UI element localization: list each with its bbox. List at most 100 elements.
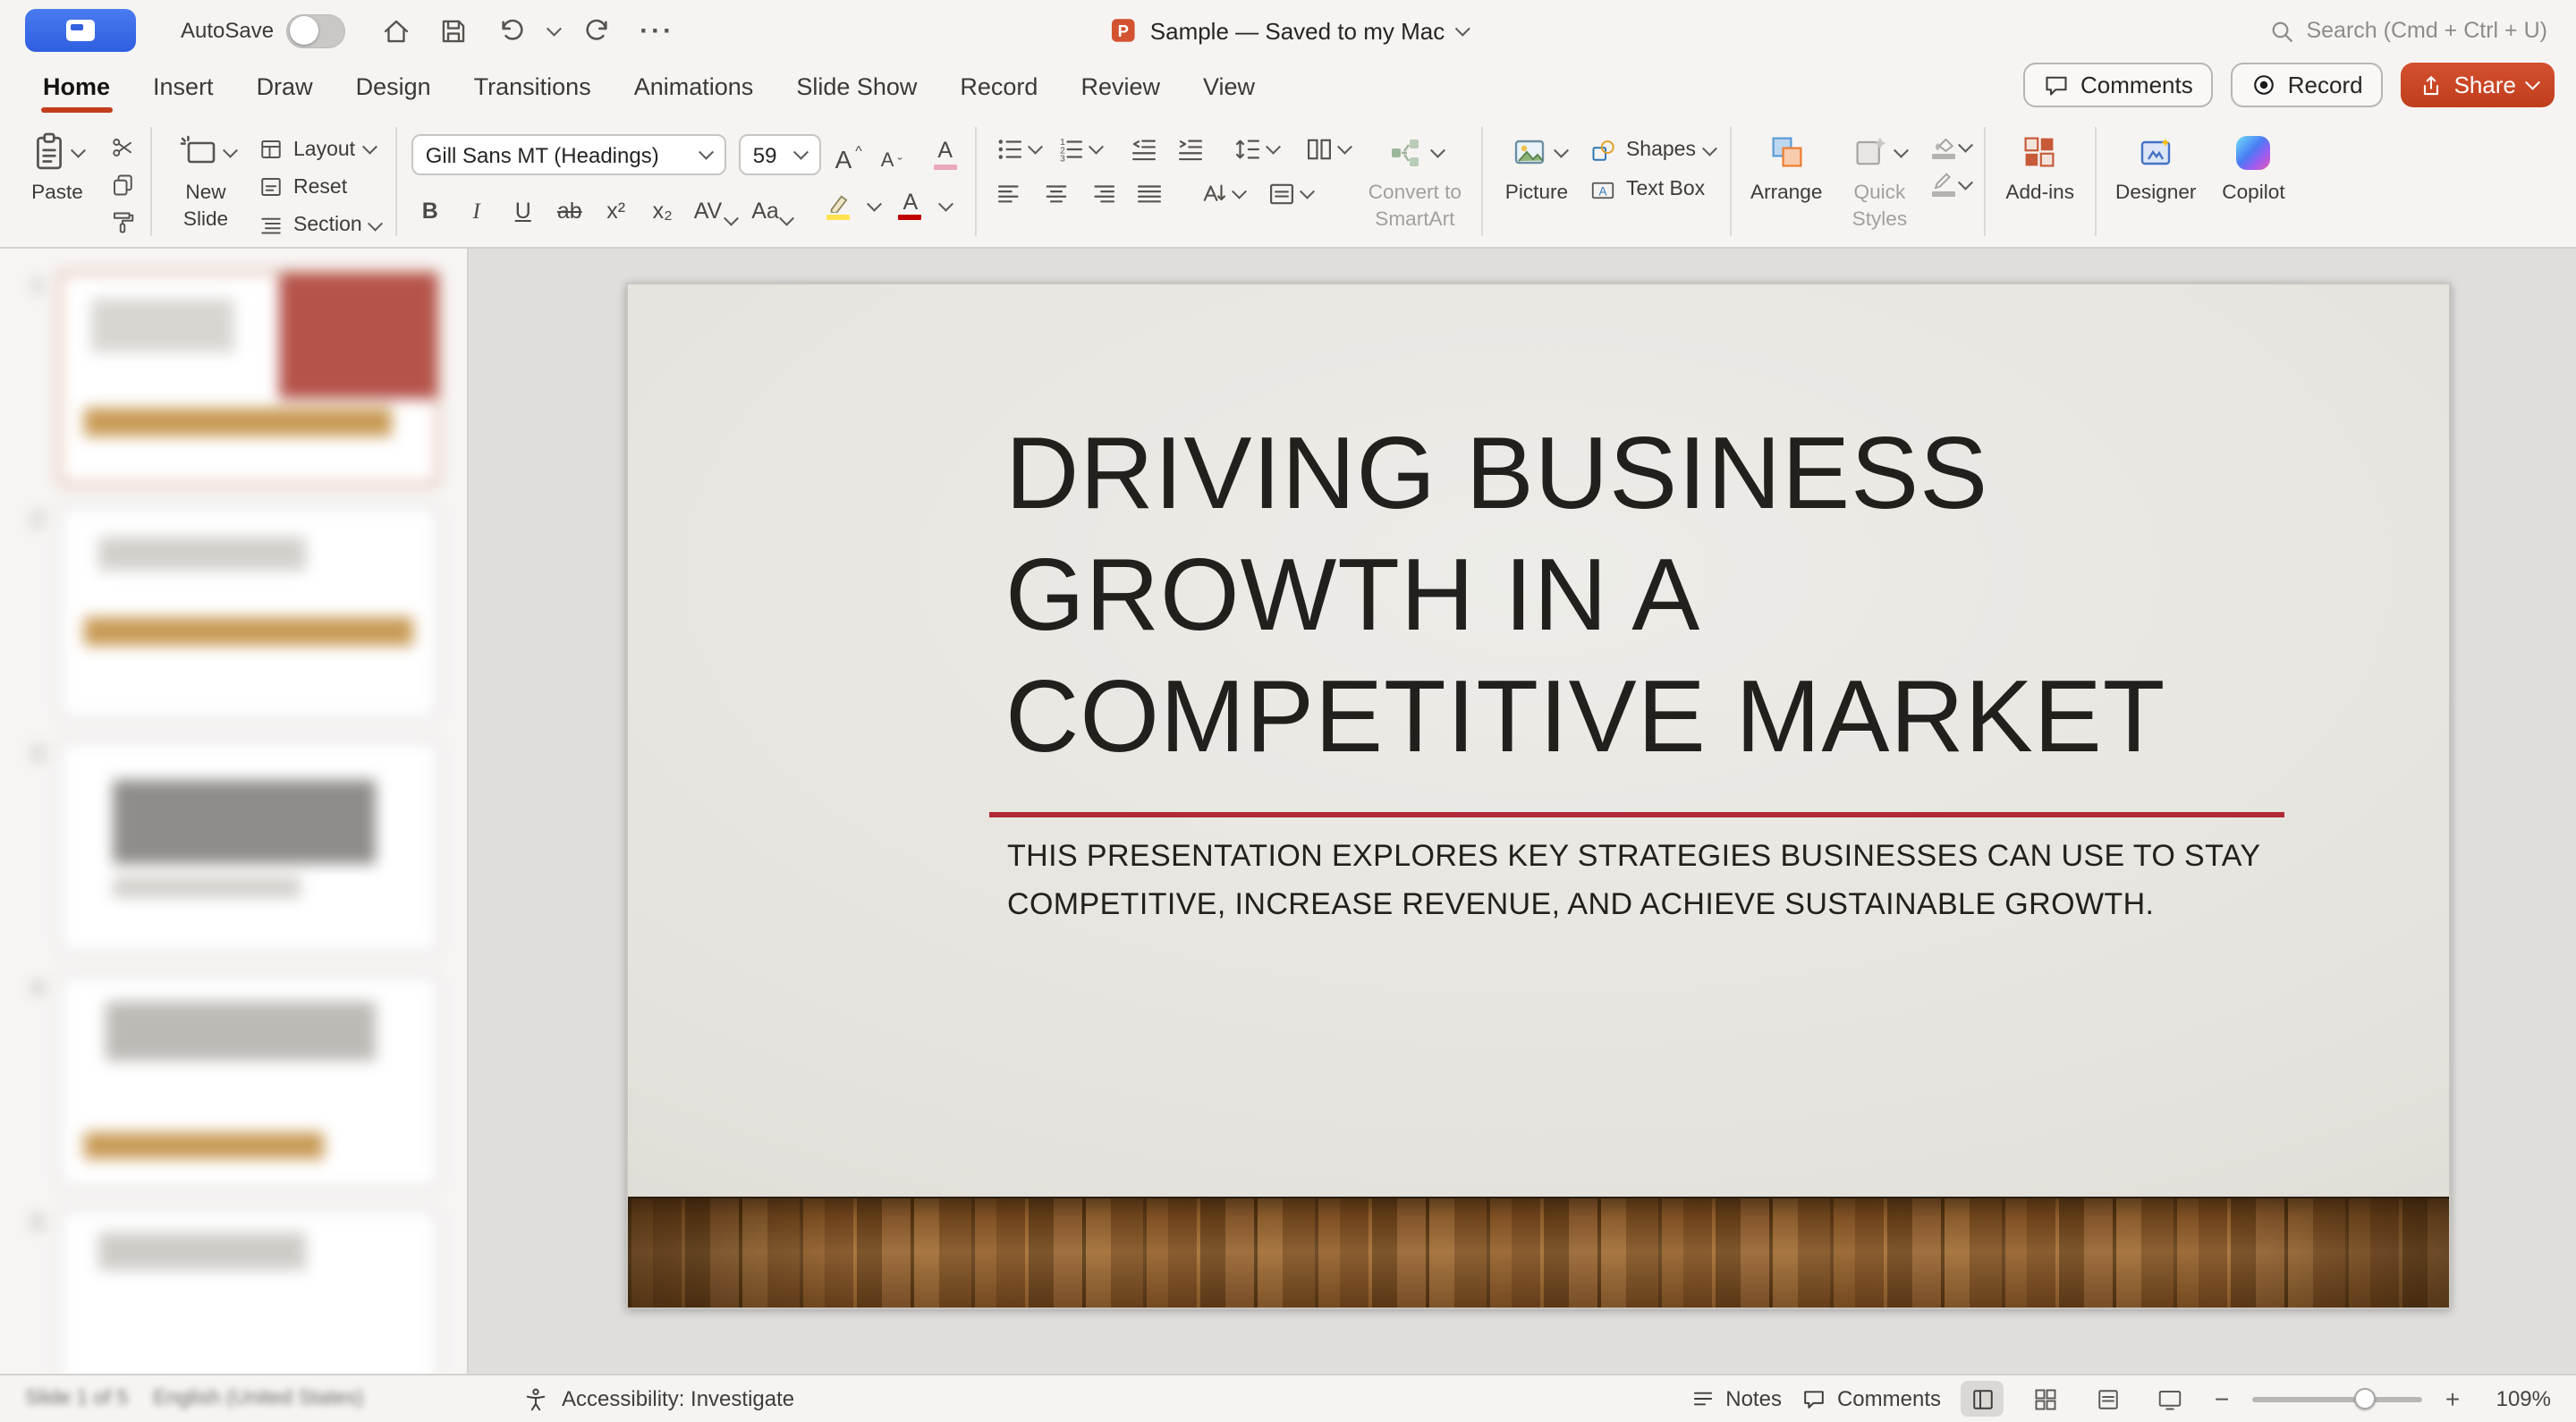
save-button[interactable] <box>433 9 474 52</box>
picture-button[interactable]: Picture <box>1497 122 1576 241</box>
paste-button[interactable]: Paste <box>18 122 97 241</box>
copilot-button[interactable]: Copilot <box>2214 122 2292 241</box>
reset-button[interactable]: Reset <box>258 173 381 204</box>
layout-button[interactable]: Layout <box>258 134 381 165</box>
copy-button[interactable] <box>109 170 136 199</box>
zoom-slider-knob[interactable] <box>2354 1388 2376 1409</box>
undo-button[interactable] <box>490 9 533 52</box>
zoom-percentage[interactable]: 109% <box>2483 1386 2551 1411</box>
slide-thumbnail-3[interactable] <box>59 741 438 953</box>
slide-thumbnail-2[interactable] <box>59 506 438 719</box>
font-color-button[interactable]: A <box>895 190 926 222</box>
decrease-indent-button[interactable] <box>1129 134 1159 165</box>
highlight-chevron-icon[interactable] <box>868 196 882 210</box>
line-spacing-button[interactable] <box>1233 134 1278 165</box>
convert-to-smartart-button[interactable]: Convert to SmartArt <box>1363 122 1467 241</box>
designer-button[interactable]: Designer <box>2110 122 2201 241</box>
tab-review[interactable]: Review <box>1059 61 1182 113</box>
app-menu-button[interactable] <box>25 9 136 52</box>
cut-button[interactable] <box>109 132 136 161</box>
italic-button[interactable]: I <box>462 190 492 222</box>
text-direction-button[interactable] <box>1199 179 1244 209</box>
redo-button[interactable] <box>575 9 618 52</box>
slide-subtitle[interactable]: THIS PRESENTATION EXPLORES KEY STRATEGIE… <box>1007 832 2331 928</box>
superscript-button[interactable]: x² <box>601 190 631 222</box>
more-commands-button[interactable]: ··· <box>634 9 680 52</box>
tab-design[interactable]: Design <box>335 61 453 113</box>
quick-styles-button[interactable]: Quick Styles <box>1840 122 1919 241</box>
columns-button[interactable] <box>1305 134 1351 165</box>
shapes-button[interactable]: Shapes <box>1589 134 1715 166</box>
align-left-button[interactable] <box>995 179 1025 209</box>
slide-thumbnail-4[interactable] <box>59 975 438 1188</box>
paste-chevron-icon[interactable] <box>72 142 86 157</box>
home-button[interactable] <box>376 9 417 52</box>
document-title-chevron-icon <box>1455 21 1470 35</box>
font-color-chevron-icon[interactable] <box>940 196 954 210</box>
language-indicator[interactable]: English (United States) <box>153 1388 363 1409</box>
font-name-combo[interactable]: Gill Sans MT (Headings) <box>411 134 726 175</box>
slide-title[interactable]: DRIVING BUSINESS GROWTH IN A COMPETITIVE… <box>1005 413 2293 778</box>
current-slide[interactable]: DRIVING BUSINESS GROWTH IN A COMPETITIVE… <box>626 283 2451 1309</box>
subscript-button[interactable]: x₂ <box>648 190 678 222</box>
slide-thumbnail-5[interactable] <box>59 1209 438 1374</box>
character-spacing-button[interactable]: AV <box>694 190 736 222</box>
search-field[interactable]: Search (Cmd + Ctrl + U) <box>2268 17 2547 44</box>
slide-show-button[interactable] <box>2148 1381 2191 1417</box>
numbering-button[interactable]: 1 2 3 <box>1056 134 1102 165</box>
new-slide-chevron-icon[interactable] <box>223 142 237 157</box>
slide-thumbnail-1[interactable] <box>59 272 438 485</box>
decrease-font-size-button[interactable]: Aˇ <box>877 139 907 171</box>
tab-record[interactable]: Record <box>938 61 1059 113</box>
share-button[interactable]: Share <box>2401 63 2555 107</box>
tab-animations[interactable]: Animations <box>613 61 775 113</box>
autosave-toggle[interactable] <box>286 13 345 47</box>
slide-sorter-view-button[interactable] <box>2023 1381 2066 1417</box>
record-button[interactable]: Record <box>2231 63 2383 107</box>
svg-text:P: P <box>1118 21 1129 40</box>
zoom-in-button[interactable]: + <box>2442 1384 2463 1413</box>
underline-button[interactable]: U <box>508 190 538 222</box>
add-ins-button[interactable]: Add-ins <box>2000 122 2080 241</box>
justify-button[interactable] <box>1134 179 1165 209</box>
tab-slide-show[interactable]: Slide Show <box>775 61 938 113</box>
zoom-slider[interactable] <box>2252 1386 2422 1411</box>
document-title[interactable]: P Sample — Saved to my Mac <box>1109 16 1467 45</box>
slide-canvas[interactable]: DRIVING BUSINESS GROWTH IN A COMPETITIVE… <box>469 249 2576 1374</box>
notes-button[interactable]: Notes <box>1690 1386 1782 1411</box>
accessibility-status[interactable]: Accessibility: Investigate <box>522 1385 794 1412</box>
shape-fill-button[interactable] <box>1931 132 1970 161</box>
tab-draw[interactable]: Draw <box>235 61 335 113</box>
align-center-button[interactable] <box>1041 179 1072 209</box>
tab-home[interactable]: Home <box>21 61 131 113</box>
comments-button[interactable]: Comments <box>2023 63 2213 107</box>
change-case-button[interactable]: Aa <box>751 190 792 222</box>
new-slide-button[interactable]: New Slide <box>166 122 245 241</box>
zoom-slider-track[interactable] <box>2252 1396 2422 1401</box>
bullets-button[interactable] <box>995 134 1040 165</box>
zoom-out-button[interactable]: − <box>2211 1384 2233 1413</box>
text-highlight-button[interactable] <box>823 190 853 222</box>
font-size-combo[interactable]: 59 <box>739 134 821 175</box>
format-painter-button[interactable] <box>109 207 136 236</box>
picture-chevron-icon[interactable] <box>1554 142 1568 157</box>
tab-insert[interactable]: Insert <box>131 61 235 113</box>
normal-view-button[interactable] <box>1961 1381 2004 1417</box>
bold-button[interactable]: B <box>415 190 445 222</box>
increase-indent-button[interactable] <box>1175 134 1206 165</box>
clear-formatting-button[interactable]: A <box>930 139 961 171</box>
section-button[interactable]: Section <box>258 210 381 241</box>
tab-transitions[interactable]: Transitions <box>453 61 613 113</box>
reading-view-button[interactable] <box>2086 1381 2129 1417</box>
shape-outline-button[interactable] <box>1931 170 1970 199</box>
undo-history-chevron-icon[interactable] <box>547 21 562 35</box>
increase-font-size-button[interactable]: A^ <box>834 139 864 171</box>
share-icon <box>2419 72 2444 97</box>
align-text-button[interactable] <box>1267 179 1313 209</box>
tab-view[interactable]: View <box>1182 61 1276 113</box>
align-right-button[interactable] <box>1088 179 1118 209</box>
strikethrough-button[interactable]: ab <box>555 190 585 222</box>
text-box-button[interactable]: A Text Box <box>1589 174 1715 206</box>
statusbar-comments-button[interactable]: Comments <box>1801 1386 1941 1411</box>
arrange-button[interactable]: Arrange <box>1745 122 1827 241</box>
